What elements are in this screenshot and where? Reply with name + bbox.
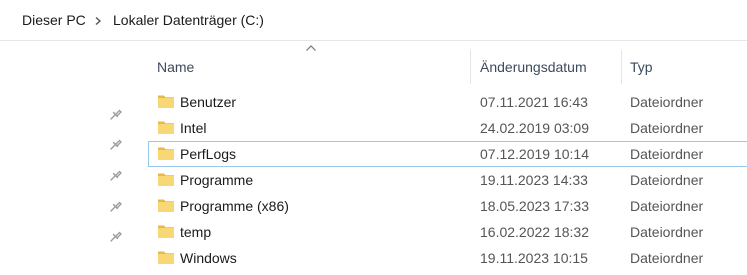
- file-name: Windows: [180, 250, 237, 266]
- column-divider[interactable]: [470, 50, 471, 84]
- file-date: 16.02.2022 18:32: [480, 224, 589, 240]
- sort-ascending-icon: [306, 45, 316, 51]
- file-type: Dateiordner: [630, 120, 704, 136]
- column-header-name[interactable]: Name: [157, 59, 194, 75]
- file-name: PerfLogs: [180, 146, 237, 162]
- file-type: Dateiordner: [630, 94, 704, 110]
- folder-icon: [158, 251, 174, 264]
- file-type: Dateiordner: [630, 224, 704, 240]
- file-name: Programme (x86): [180, 198, 289, 214]
- file-type: Dateiordner: [630, 172, 704, 188]
- breadcrumb-item-local-disk[interactable]: Lokaler Datenträger (C:): [113, 12, 264, 28]
- folder-icon: [158, 95, 174, 108]
- pin-icon[interactable]: [109, 107, 123, 121]
- column-header-type[interactable]: Typ: [630, 59, 653, 75]
- folder-icon: [158, 121, 174, 134]
- file-date: 07.11.2021 16:43: [480, 94, 588, 110]
- file-type: Dateiordner: [630, 146, 704, 162]
- file-type: Dateiordner: [630, 198, 704, 214]
- pin-icon[interactable]: [109, 229, 123, 243]
- column-header-date[interactable]: Änderungsdatum: [480, 59, 587, 75]
- file-date: 19.11.2023 10:15: [480, 250, 588, 266]
- folder-icon: [158, 199, 174, 212]
- pin-icon[interactable]: [109, 137, 123, 151]
- pin-icon[interactable]: [109, 168, 123, 182]
- chevron-right-icon[interactable]: [93, 16, 103, 26]
- file-type: Dateiordner: [630, 250, 704, 266]
- folder-icon: [158, 147, 174, 160]
- address-bar[interactable]: Dieser PC Lokaler Datenträger (C:): [0, 0, 747, 41]
- file-date: 24.02.2019 03:09: [480, 120, 589, 136]
- file-name: Intel: [180, 120, 207, 136]
- file-name: Benutzer: [180, 94, 237, 110]
- file-name: temp: [180, 224, 212, 240]
- file-date: 07.12.2019 10:14: [480, 146, 589, 162]
- pin-icon[interactable]: [109, 199, 123, 213]
- folder-icon: [158, 173, 174, 186]
- breadcrumb-item-this-pc[interactable]: Dieser PC: [22, 12, 86, 28]
- column-divider[interactable]: [621, 50, 622, 84]
- file-date: 18.05.2023 17:33: [480, 198, 589, 214]
- file-name: Programme: [180, 172, 254, 188]
- file-date: 19.11.2023 14:33: [480, 172, 588, 188]
- folder-icon: [158, 225, 174, 238]
